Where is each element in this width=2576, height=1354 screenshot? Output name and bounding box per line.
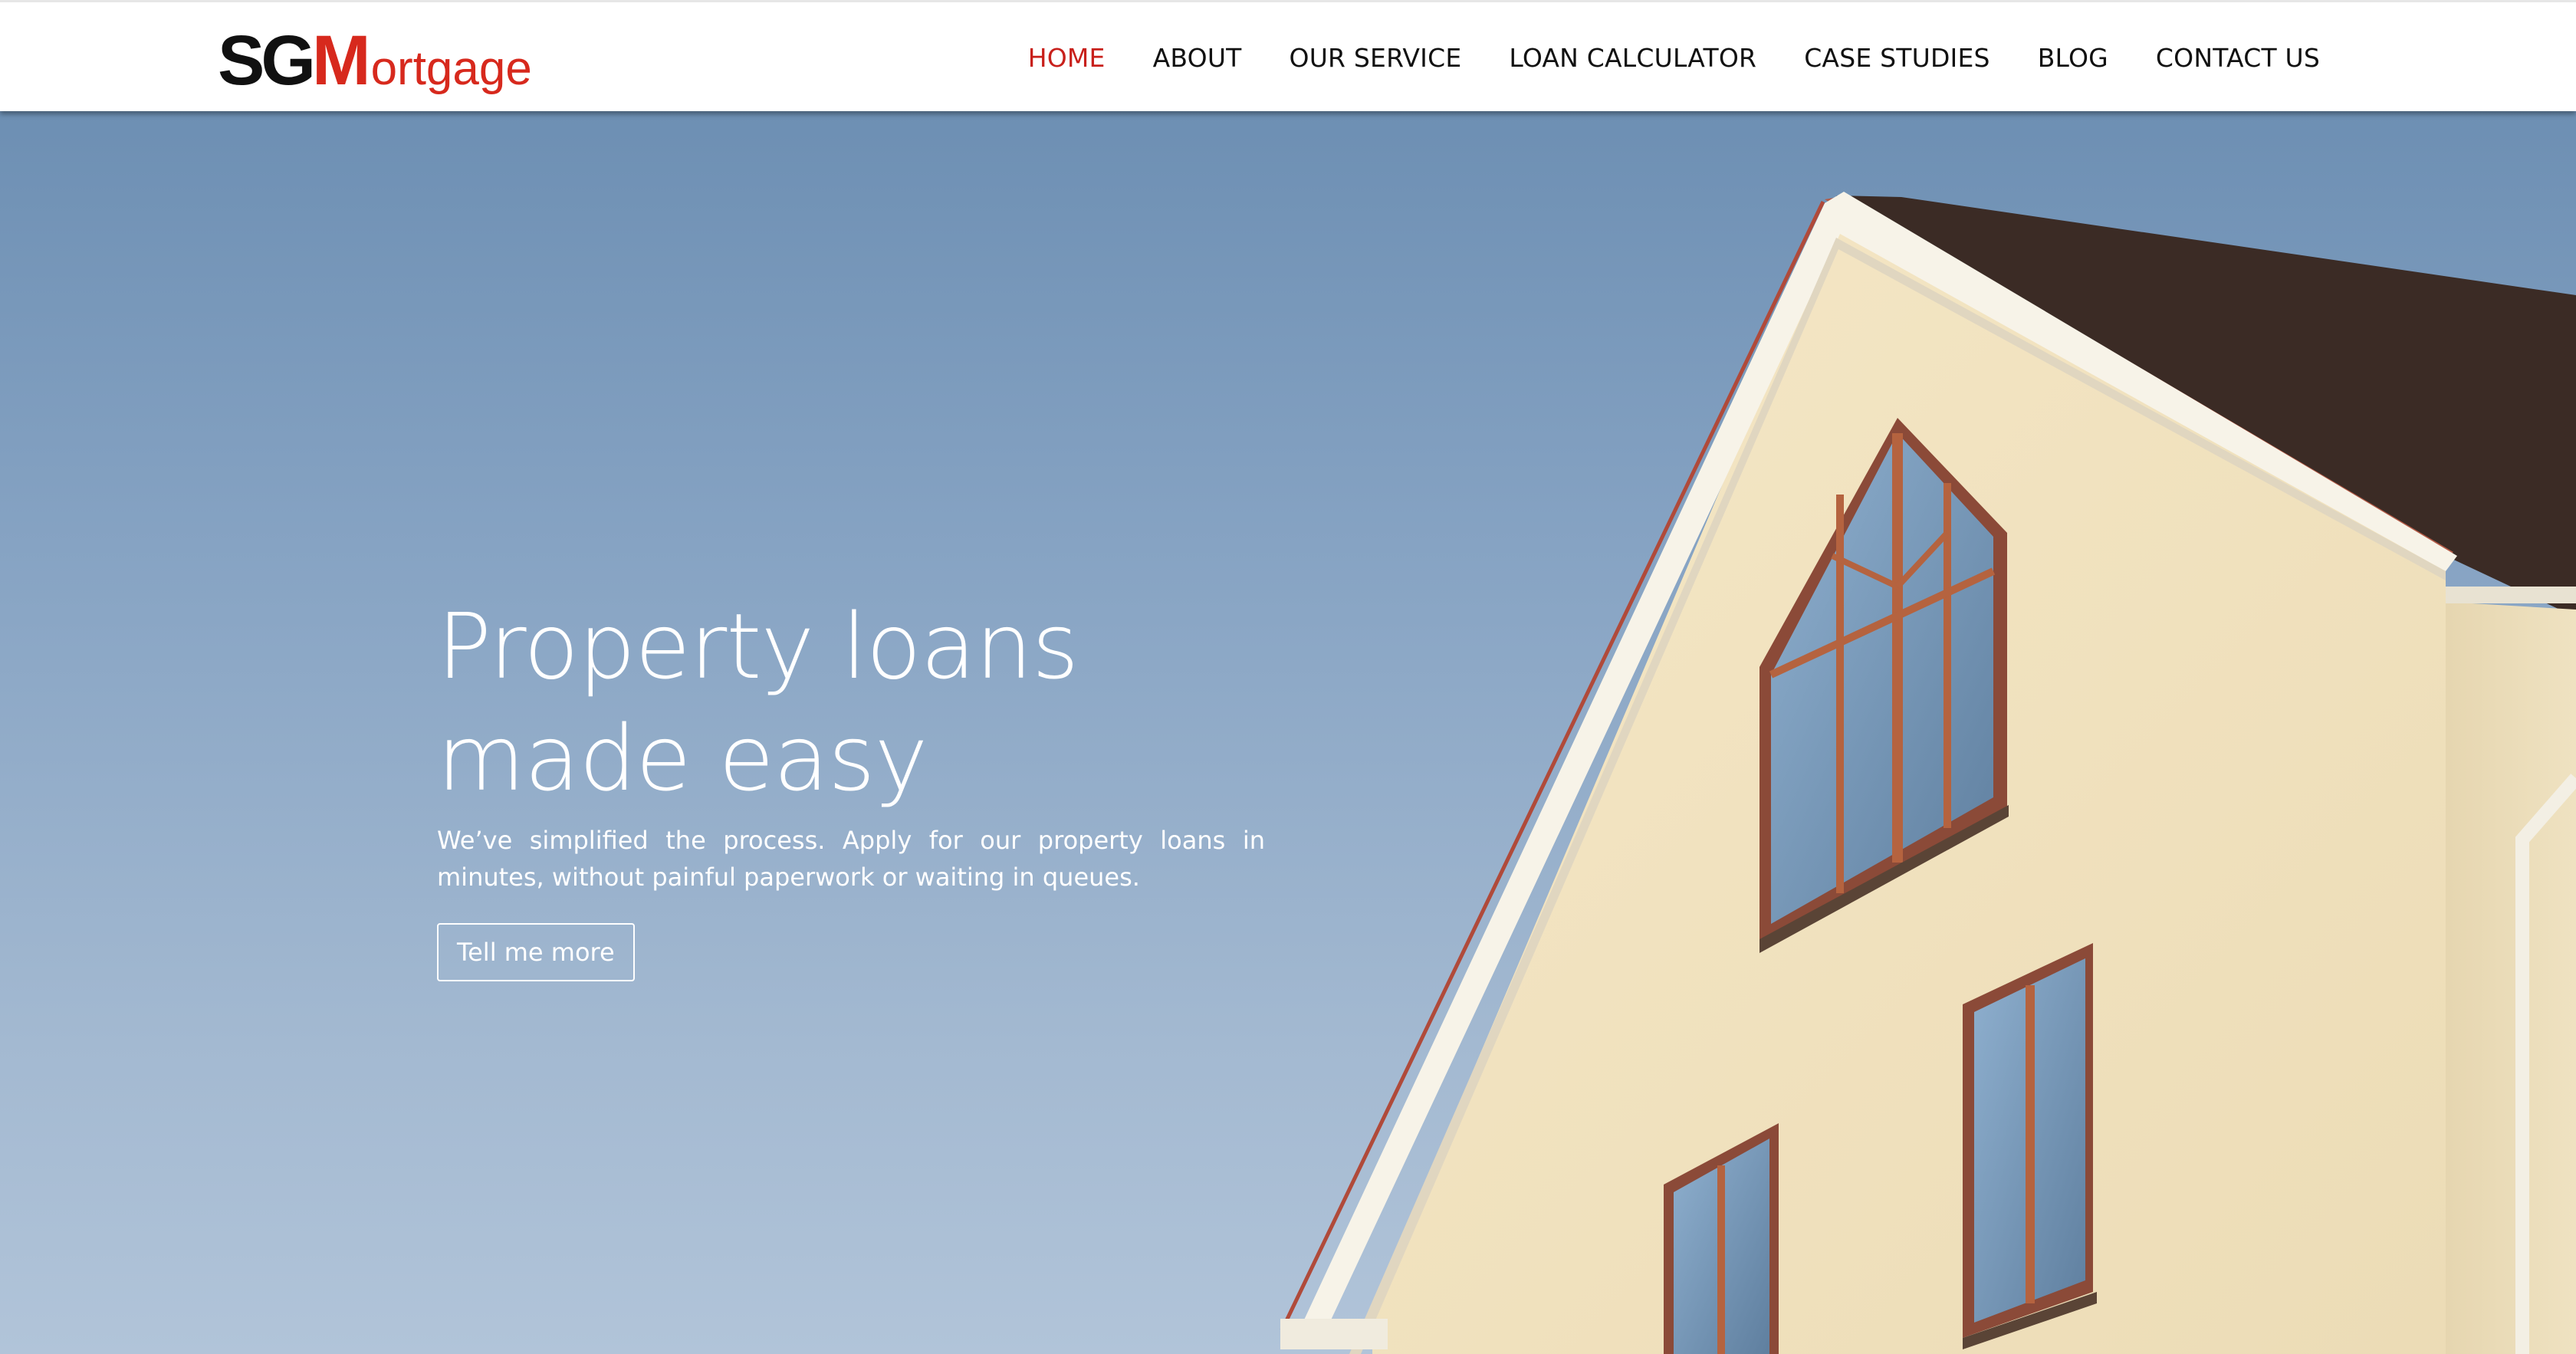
- nav-blog[interactable]: BLOG: [2038, 43, 2108, 73]
- nav-case-studies[interactable]: CASE STUDIES: [1804, 43, 1990, 73]
- nav-our-service[interactable]: OUR SERVICE: [1290, 43, 1462, 73]
- hero-content: Property loans made easy We’ve simplifie…: [437, 590, 1265, 981]
- logo-m-text: M: [311, 21, 371, 100]
- logo-sg-text: SG: [218, 21, 316, 100]
- site-header: SG M ortgage HOME ABOUT OUR SERVICE LOAN…: [0, 0, 2576, 111]
- main-nav: HOME ABOUT OUR SERVICE LOAN CALCULATOR C…: [981, 2, 2320, 113]
- logo-ortgage-text: ortgage: [370, 42, 532, 95]
- nav-home[interactable]: HOME: [1028, 43, 1106, 73]
- tell-me-more-button[interactable]: Tell me more: [437, 923, 635, 981]
- hero-title: Property loans made easy: [437, 593, 1079, 811]
- nav-loan-calculator[interactable]: LOAN CALCULATOR: [1509, 43, 1756, 73]
- lower-right-window: [1963, 943, 2097, 1349]
- sgmortgage-logo[interactable]: SG M ortgage: [218, 19, 532, 96]
- nav-about[interactable]: ABOUT: [1153, 43, 1242, 73]
- house-background-image: [1280, 192, 2576, 1354]
- hero-section: Property loans made easy We’ve simplifie…: [0, 111, 2576, 1354]
- nav-contact-us[interactable]: CONTACT US: [2156, 43, 2320, 73]
- hero-subtitle: We’ve simplified the process. Apply for …: [437, 826, 1265, 892]
